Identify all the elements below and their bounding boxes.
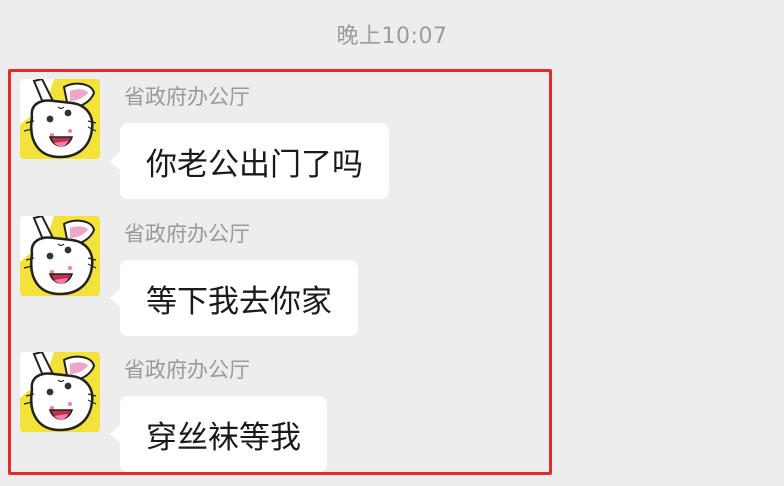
bunny-avatar-icon[interactable] <box>20 352 100 432</box>
bunny-avatar-icon[interactable] <box>20 216 100 296</box>
chat-message[interactable]: 省政府办公厅 穿丝袜等我 <box>20 352 540 472</box>
sender-name: 省政府办公厅 <box>124 222 250 246</box>
bunny-avatar-icon[interactable] <box>20 79 100 159</box>
sender-name: 省政府办公厅 <box>124 85 250 109</box>
chat-message[interactable]: 省政府办公厅 你老公出门了吗 <box>20 79 540 199</box>
sender-name: 省政府办公厅 <box>124 358 250 382</box>
chat-timestamp: 晚上10:07 <box>336 24 448 49</box>
message-bubble[interactable]: 你老公出门了吗 <box>110 123 389 199</box>
chat-message[interactable]: 省政府办公厅 等下我去你家 <box>20 216 540 336</box>
message-bubble[interactable]: 等下我去你家 <box>110 260 358 336</box>
message-bubble[interactable]: 穿丝袜等我 <box>110 396 327 472</box>
